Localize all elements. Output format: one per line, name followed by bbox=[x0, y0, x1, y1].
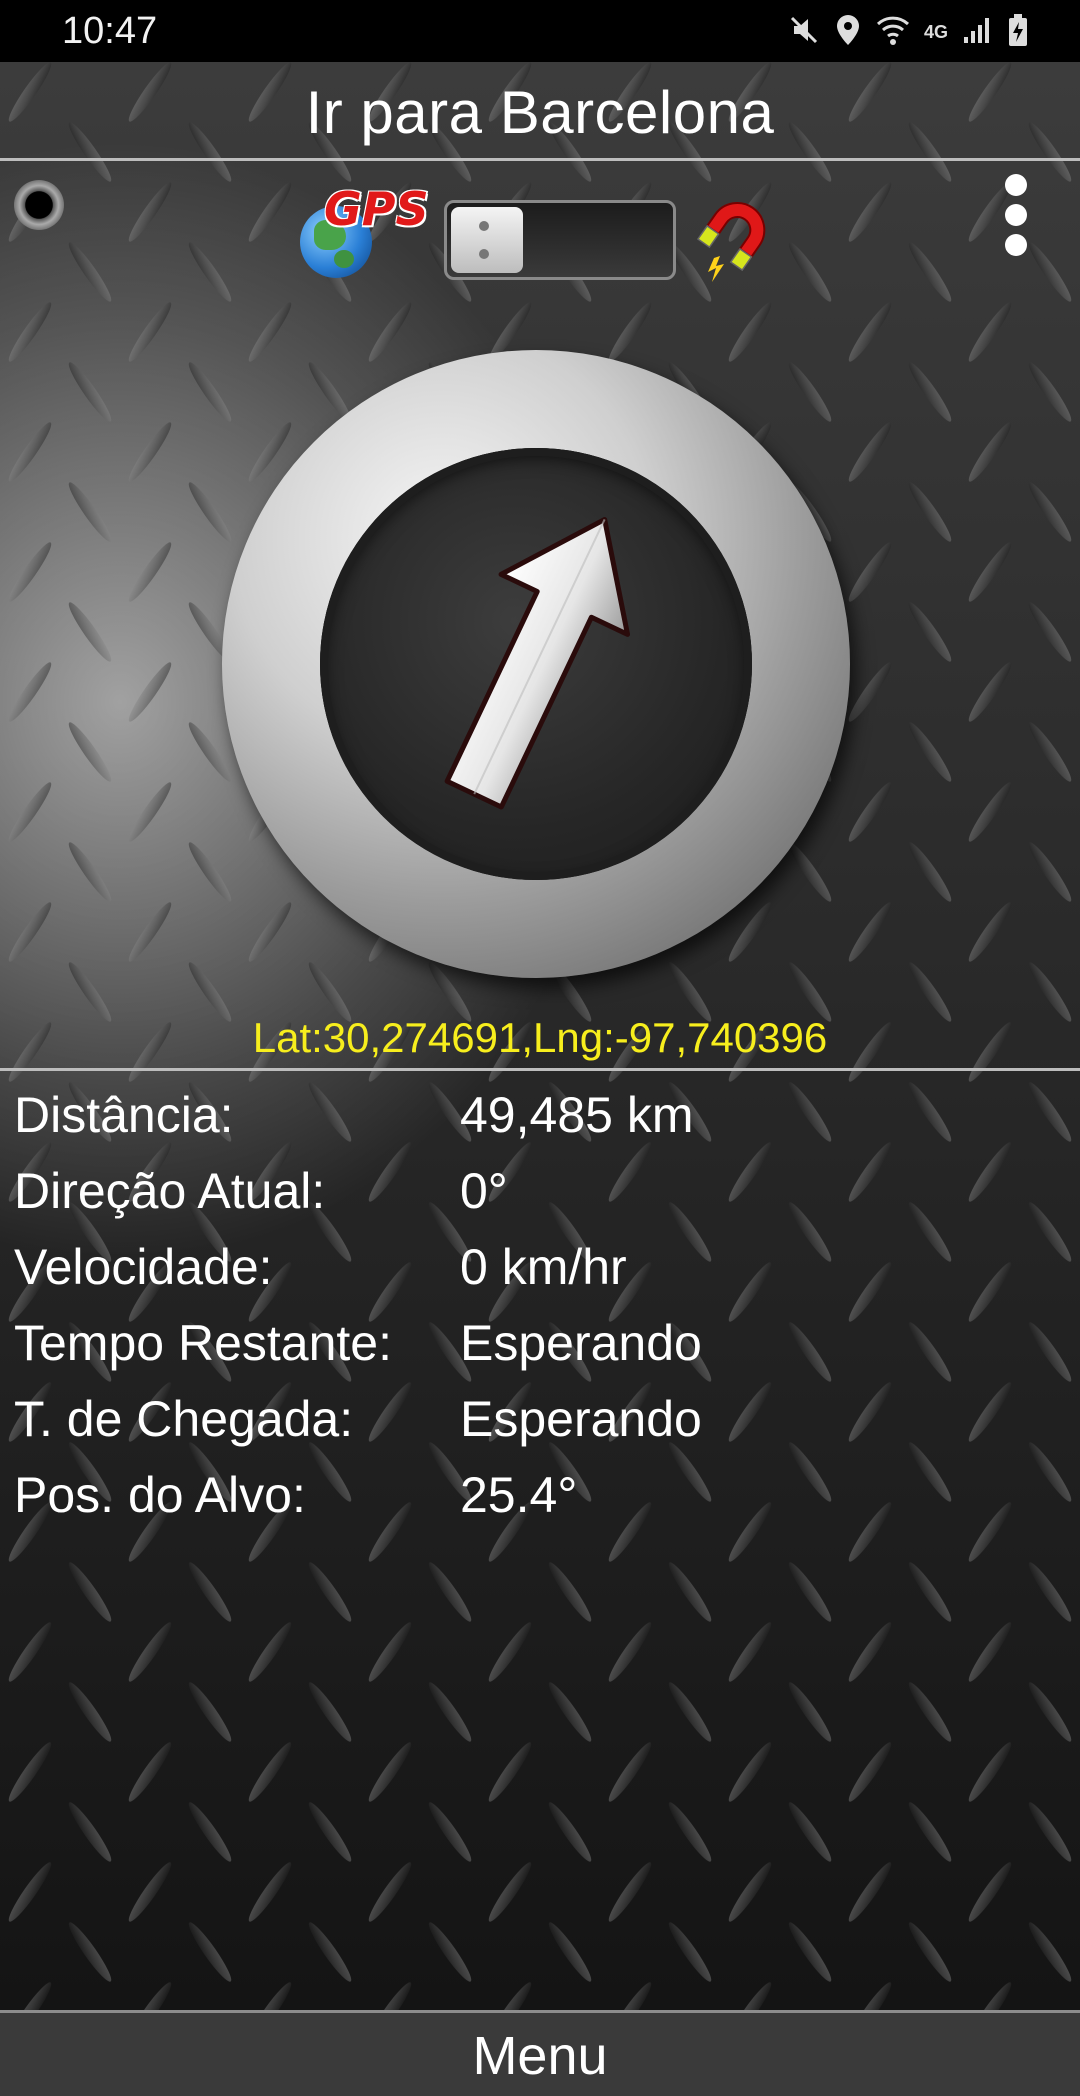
toggle-knob bbox=[451, 207, 523, 273]
info-row-target-bearing: Pos. do Alvo: 25.4° bbox=[14, 1458, 1064, 1534]
gps-compass-mode-toggle[interactable] bbox=[444, 200, 676, 280]
menu-dot bbox=[1005, 204, 1027, 226]
magnet-icon[interactable] bbox=[686, 194, 776, 284]
distance-label: Distância: bbox=[14, 1087, 234, 1143]
info-row-speed: Velocidade: 0 km/hr bbox=[14, 1230, 1064, 1306]
time-remaining-label: Tempo Restante: bbox=[14, 1315, 392, 1371]
arrival-time-value: Esperando bbox=[460, 1391, 702, 1447]
target-bearing-value: 25.4° bbox=[460, 1467, 578, 1523]
status-led-icon bbox=[14, 180, 64, 230]
gps-label: GPS bbox=[324, 182, 429, 236]
battery-charging-icon bbox=[1008, 13, 1028, 52]
overflow-menu-icon[interactable] bbox=[990, 170, 1040, 260]
info-row-arrival-time: T. de Chegada: Esperando bbox=[14, 1382, 1064, 1458]
info-row-time-remaining: Tempo Restante: Esperando bbox=[14, 1306, 1064, 1382]
direction-arrow-icon bbox=[444, 516, 631, 810]
arrival-time-label: T. de Chegada: bbox=[14, 1391, 354, 1447]
coordinates-readout: Lat:30,274691,Lng:-97,740396 bbox=[252, 1014, 828, 1061]
mute-icon bbox=[788, 14, 820, 51]
menu-label: Menu bbox=[472, 2026, 608, 2086]
location-icon bbox=[834, 13, 862, 52]
info-row-current-heading: Direção Atual: 0° bbox=[14, 1154, 1064, 1230]
menu-dot bbox=[1005, 234, 1027, 256]
divider bbox=[0, 1068, 1080, 1071]
title-bar: Ir para Barcelona bbox=[0, 62, 1080, 161]
signal-icon bbox=[962, 15, 994, 50]
gps-globe-icon[interactable]: GPS bbox=[296, 182, 436, 282]
wifi-icon bbox=[876, 14, 910, 51]
speed-value: 0 km/hr bbox=[460, 1239, 627, 1295]
distance-value: 49,485 km bbox=[460, 1087, 694, 1143]
status-icons: 4G bbox=[788, 12, 1028, 52]
menu-button[interactable]: Menu bbox=[0, 2010, 1080, 2096]
compass bbox=[222, 350, 850, 978]
speed-label: Velocidade: bbox=[14, 1239, 273, 1295]
time-remaining-value: Esperando bbox=[460, 1315, 702, 1371]
page-title: Ir para Barcelona bbox=[305, 79, 775, 146]
status-bar: 10:47 4G bbox=[0, 0, 1080, 62]
target-bearing-label: Pos. do Alvo: bbox=[14, 1467, 306, 1523]
current-heading-label: Direção Atual: bbox=[14, 1163, 326, 1219]
navigation-info: Distância: 49,485 km Direção Atual: 0° V… bbox=[14, 1078, 1064, 1534]
menu-dot bbox=[1005, 174, 1027, 196]
current-heading-value: 0° bbox=[460, 1163, 508, 1219]
network-type-label: 4G bbox=[923, 21, 948, 42]
status-time: 10:47 bbox=[62, 10, 158, 52]
info-row-distance: Distância: 49,485 km bbox=[14, 1078, 1064, 1154]
